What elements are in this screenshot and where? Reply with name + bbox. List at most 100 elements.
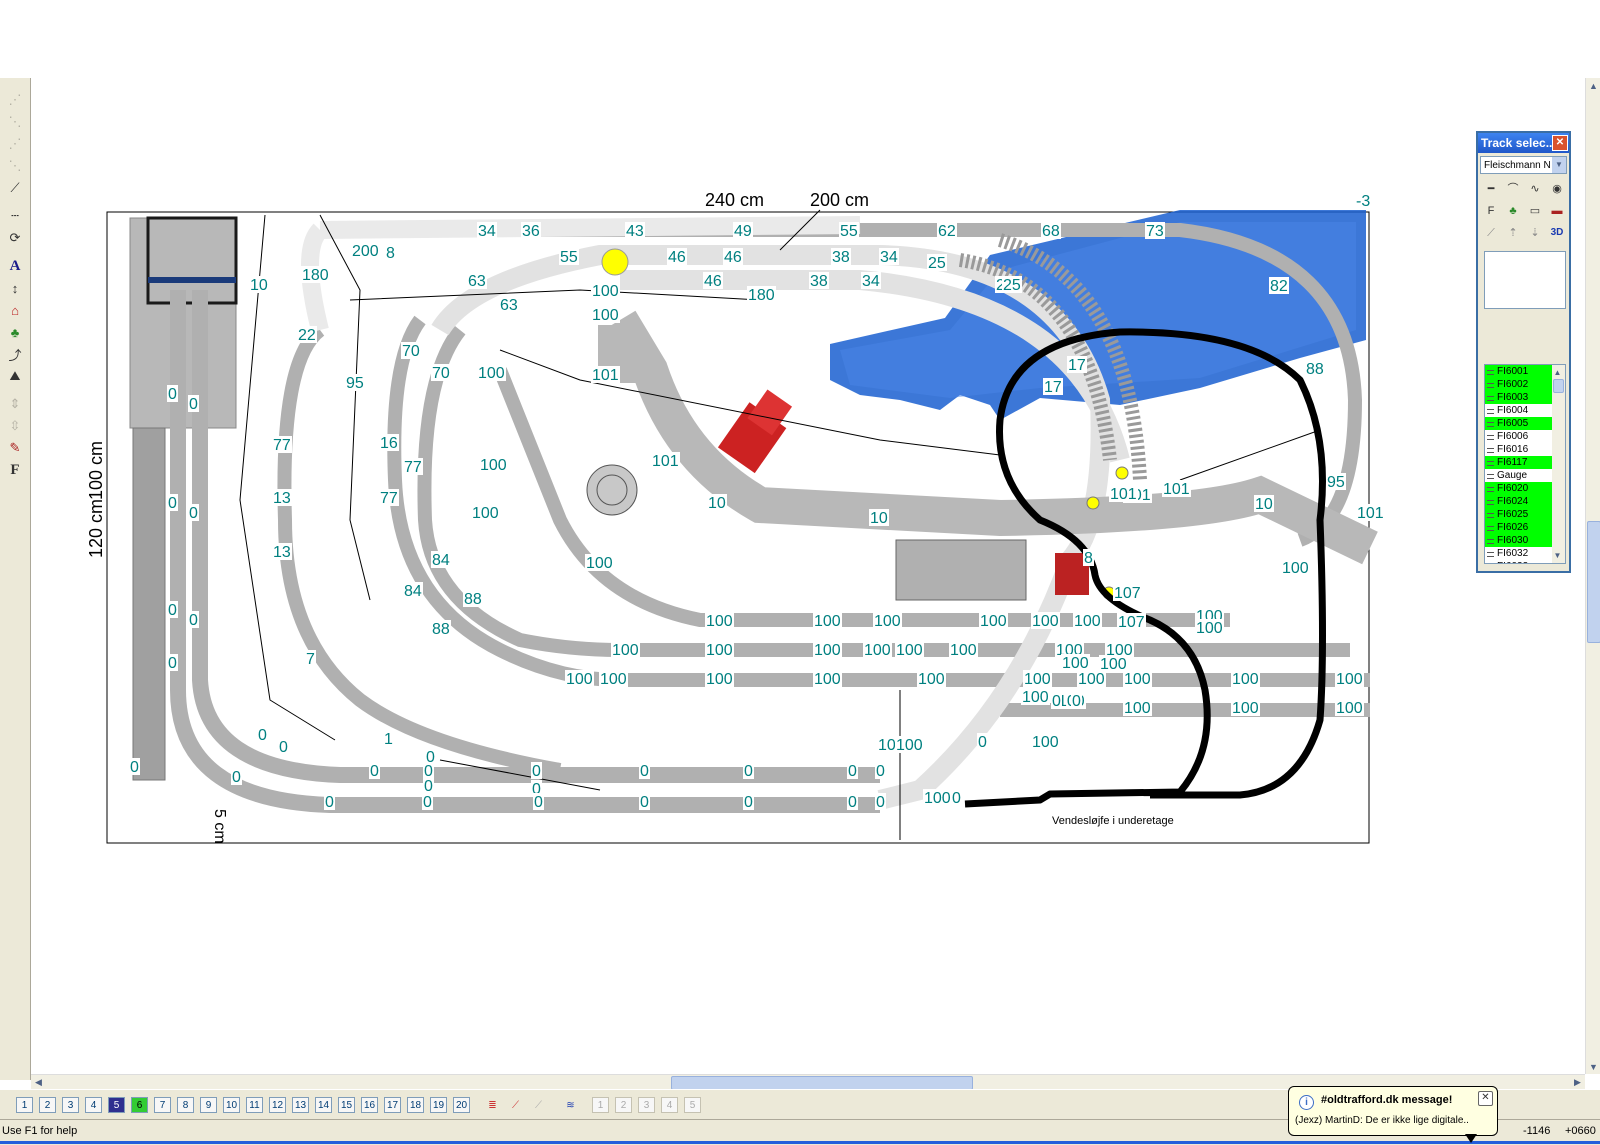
scroll-down-icon[interactable]: ▼ [1586, 1059, 1600, 1074]
height-label: -3 [1356, 193, 1370, 210]
layer-stack-icon[interactable]: ≋ [562, 1097, 579, 1113]
height-label: 95 [1327, 474, 1345, 491]
flex-track-icon[interactable]: ⋰ [4, 134, 26, 154]
balloon-tail [1465, 1134, 1477, 1143]
layer-button[interactable]: 11 [246, 1097, 263, 1113]
connect-icon[interactable]: ⤴ [4, 344, 26, 364]
rotate-icon[interactable]: ⟳ [4, 228, 26, 248]
curve-track-icon[interactable]: ⌒ [1504, 181, 1522, 197]
track-library-select[interactable]: Fleischmann N ▼ [1480, 156, 1567, 174]
layer-button[interactable]: 10 [223, 1097, 240, 1113]
scroll-up-icon[interactable]: ▲ [1586, 78, 1600, 93]
turntable-icon[interactable]: ◉ [1548, 181, 1566, 197]
track-list[interactable]: FI6001 FI6002 FI6003 FI6004 FI6005 FI6006 FI60… [1484, 364, 1566, 564]
page-button[interactable]: 1 [592, 1097, 609, 1113]
layer-button[interactable]: 12 [269, 1097, 286, 1113]
layer-button[interactable]: 16 [361, 1097, 378, 1113]
flex-track-icon[interactable]: ∿ [1526, 181, 1544, 197]
height-label-icon[interactable]: ↕ [4, 278, 26, 298]
ruler-icon[interactable]: ┄ [4, 206, 26, 226]
tunnel-icon[interactable]: ⟋ [1482, 225, 1500, 241]
page-button[interactable]: 3 [638, 1097, 655, 1113]
layer-button[interactable]: 3 [62, 1097, 79, 1113]
layer-button[interactable]: 18 [407, 1097, 424, 1113]
height-label: 100 [1022, 689, 1049, 706]
height-label: 13 [273, 490, 291, 507]
height-label: 38 [810, 273, 828, 290]
height-label: 107 [1118, 614, 1145, 631]
text-tool-icon[interactable]: A [4, 256, 26, 276]
scroll-down-icon[interactable]: ▼ [1551, 548, 1564, 563]
layer-off-icon[interactable]: ⟋ [530, 1097, 547, 1113]
layout-canvas[interactable]: 34 36 43 49 55 62 68 73 -3 200 8 180 10 55 46 46 38 34 25 2… [31, 78, 1586, 1074]
height-ramp-icon[interactable]: ⇕ [4, 394, 26, 414]
scroll-left-icon[interactable]: ◀ [31, 1075, 46, 1090]
straight-track-icon[interactable]: ━ [1482, 181, 1500, 197]
height-label: 100 [1124, 671, 1151, 688]
layer-button[interactable]: 5 [108, 1097, 125, 1113]
height-label: 0 [848, 763, 857, 780]
height-label: 101 [1163, 481, 1190, 498]
scroll-right-icon[interactable]: ▶ [1570, 1075, 1585, 1090]
page-button[interactable]: 2 [615, 1097, 632, 1113]
layer-button[interactable]: 20 [453, 1097, 470, 1113]
height-label: 25 [1003, 277, 1021, 294]
track-color-icon[interactable]: ⟋ [507, 1097, 524, 1113]
height-label: 49 [734, 223, 752, 240]
layer-button[interactable]: 17 [384, 1097, 401, 1113]
page-button[interactable]: 5 [684, 1097, 701, 1113]
layer-button[interactable]: 14 [315, 1097, 332, 1113]
scenery-icon[interactable]: ♣ [4, 322, 26, 342]
close-icon[interactable]: ✕ [1478, 1091, 1493, 1106]
track-plan[interactable]: 34 36 43 49 55 62 68 73-3200 81801055 46 46 38 34 252… [31, 78, 1586, 1074]
platform-icon[interactable]: ▭ [1526, 203, 1544, 219]
switch-icon[interactable]: ▬ [1548, 203, 1566, 219]
height-label: 100 [1232, 671, 1259, 688]
layer-button[interactable]: 2 [39, 1097, 56, 1113]
marker [601, 248, 629, 276]
layer-button[interactable]: 13 [292, 1097, 309, 1113]
layer-button[interactable]: 4 [85, 1097, 102, 1113]
view-3d-button[interactable]: 3D [1548, 225, 1566, 241]
list-scrollbar[interactable]: ▲ ▼ [1552, 365, 1565, 563]
scroll-up-icon[interactable]: ▲ [1551, 365, 1564, 380]
layer-button[interactable]: 6 [131, 1097, 148, 1113]
scroll-thumb[interactable] [671, 1076, 973, 1090]
building-icon[interactable]: ⌂ [4, 300, 26, 320]
layer-button[interactable]: 8 [177, 1097, 194, 1113]
font-tool-icon[interactable]: F [4, 460, 26, 480]
chevron-down-icon[interactable]: ▼ [1552, 157, 1566, 173]
height-label: 100 [918, 671, 945, 688]
page-button[interactable]: 4 [661, 1097, 678, 1113]
down-ramp-icon[interactable]: ⇣ [1526, 225, 1544, 241]
height-label: 101 [652, 453, 679, 470]
height-label: 100 [706, 642, 733, 659]
flex-track-icon[interactable]: ⋱ [4, 112, 26, 132]
notification-balloon[interactable]: i #oldtrafford.dk message! ✕ (Jexz) Mart… [1288, 1086, 1498, 1143]
panel-title[interactable]: Track selec... ✕ [1478, 133, 1569, 153]
height-label: 0 [424, 778, 433, 795]
scroll-thumb[interactable] [1553, 379, 1564, 393]
height-label: 0 [876, 763, 885, 780]
track-tool-icon[interactable]: ⟋ [4, 178, 26, 198]
height-label: 0 [168, 386, 177, 403]
layer-button[interactable]: 1 [16, 1097, 33, 1113]
layers-icon[interactable]: ≣ [484, 1097, 501, 1113]
vertical-scrollbar[interactable]: ▲ ▼ [1585, 78, 1600, 1074]
layer-button[interactable]: 19 [430, 1097, 447, 1113]
layer-button[interactable]: 9 [200, 1097, 217, 1113]
flex-track-icon[interactable]: ⋰ [4, 90, 26, 110]
layer-button[interactable]: 7 [154, 1097, 171, 1113]
close-icon[interactable]: ✕ [1552, 135, 1568, 151]
paint-icon[interactable]: ✎ [4, 438, 26, 458]
flex-track-icon[interactable]: ⋱ [4, 156, 26, 176]
signal-icon[interactable]: ♣ [1504, 203, 1522, 219]
landscape-icon[interactable]: ⛰ [4, 366, 26, 386]
height-label: 7 [306, 651, 315, 668]
font-tool-icon[interactable]: F [1482, 203, 1500, 219]
scroll-thumb[interactable] [1587, 521, 1600, 643]
height-label: 82 [1270, 278, 1288, 295]
gradient-icon[interactable]: ⇳ [4, 416, 26, 436]
up-ramp-icon[interactable]: ⇡ [1504, 225, 1522, 241]
layer-button[interactable]: 15 [338, 1097, 355, 1113]
